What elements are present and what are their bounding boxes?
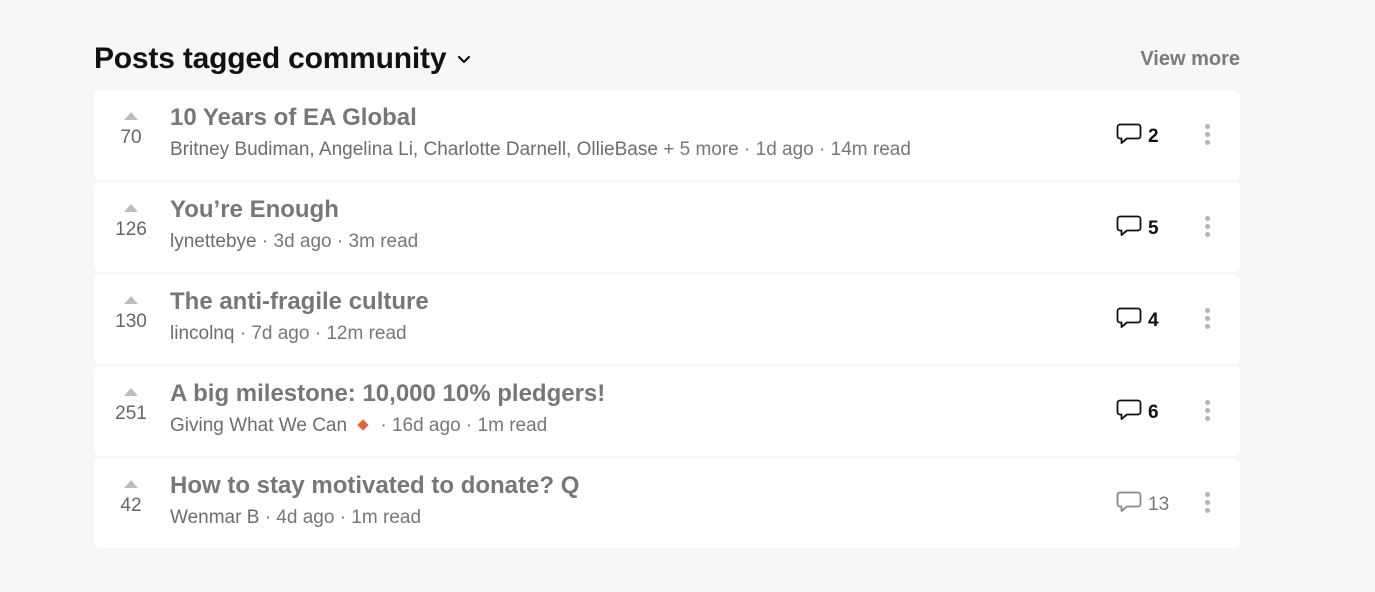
post-title-text: How to stay motivated to donate? — [170, 472, 555, 499]
dot — [1204, 416, 1210, 421]
post-authors[interactable]: Wenmar B — [170, 507, 259, 528]
post-authors[interactable]: lincolnq — [170, 323, 234, 344]
post-score: 42 — [120, 495, 142, 516]
post-authors[interactable]: Britney Budiman, Angelina Li, Charlotte … — [170, 139, 658, 160]
more-authors[interactable]: + 5 more — [663, 139, 739, 160]
post-title[interactable]: The anti-fragile culture — [170, 288, 429, 316]
dot — [1204, 140, 1210, 145]
speech-bubble-icon — [1116, 398, 1142, 427]
comments-button[interactable]: 6 — [1116, 398, 1159, 427]
vote-widget: 70 — [110, 112, 152, 149]
post-item[interactable]: 130 The anti-fragile culture lincolnq · … — [94, 274, 1240, 364]
post-meta: lincolnq · 7d ago · 12m read — [170, 323, 429, 345]
dot — [1204, 316, 1210, 321]
chevron-down-icon[interactable] — [456, 53, 472, 65]
post-title[interactable]: A big milestone: 10,000 10% pledgers! — [170, 380, 605, 408]
dot — [1204, 224, 1210, 229]
dot — [1204, 324, 1210, 329]
question-tag: Q — [560, 472, 580, 499]
post-content: A big milestone: 10,000 10% pledgers! Gi… — [170, 380, 605, 437]
post-authors[interactable]: lynettebye — [170, 231, 257, 252]
post-age: · 4d ago — [264, 507, 335, 528]
dot — [1204, 492, 1210, 497]
post-title[interactable]: 10 Years of EA Global — [170, 104, 911, 132]
post-meta: Wenmar B · 4d ago · 1m read — [170, 507, 579, 529]
speech-bubble-icon — [1116, 122, 1142, 151]
post-score: 126 — [115, 219, 147, 240]
vote-widget: 251 — [110, 388, 152, 425]
dot — [1204, 216, 1210, 221]
post-read-time: · 3m read — [336, 231, 419, 252]
post-authors[interactable]: Giving What We Can — [170, 415, 347, 436]
post-content: 10 Years of EA Global Britney Budiman, A… — [170, 104, 911, 161]
triangle-up-icon[interactable] — [124, 480, 138, 488]
dot — [1204, 408, 1210, 413]
post-age: · 16d ago — [380, 415, 461, 436]
section-header: Posts tagged community View more — [94, 38, 1240, 80]
post-item[interactable]: 70 10 Years of EA Global Britney Budiman… — [94, 90, 1240, 180]
post-item[interactable]: 42 How to stay motivated to donate? Q We… — [94, 458, 1240, 548]
section-title: Posts tagged community — [94, 42, 447, 75]
comments-button[interactable]: 13 — [1116, 490, 1169, 519]
vertical-dots-icon[interactable] — [1198, 308, 1216, 332]
triangle-up-icon[interactable] — [124, 204, 138, 212]
post-read-time: · 1m read — [339, 507, 422, 528]
triangle-up-icon[interactable] — [124, 112, 138, 120]
post-score: 70 — [120, 127, 142, 148]
post-item[interactable]: 126 You’re Enough lynettebye · 3d ago · … — [94, 182, 1240, 272]
post-score: 130 — [115, 311, 147, 332]
diamond-badge-icon — [357, 419, 369, 431]
tagged-posts-section: Posts tagged community View more 70 10 Y… — [94, 38, 1240, 550]
triangle-up-icon[interactable] — [124, 296, 138, 304]
dot — [1204, 508, 1210, 513]
vote-widget: 130 — [110, 296, 152, 333]
vertical-dots-icon[interactable] — [1198, 124, 1216, 148]
speech-bubble-icon — [1116, 306, 1142, 335]
post-content: How to stay motivated to donate? Q Wenma… — [170, 472, 579, 529]
triangle-up-icon[interactable] — [124, 388, 138, 396]
vertical-dots-icon[interactable] — [1198, 492, 1216, 516]
comment-count: 4 — [1148, 309, 1159, 331]
vote-widget: 42 — [110, 480, 152, 517]
dot — [1204, 308, 1210, 313]
post-list: 70 10 Years of EA Global Britney Budiman… — [94, 90, 1240, 548]
post-age: · 7d ago — [239, 323, 310, 344]
dot — [1204, 400, 1210, 405]
view-more-link[interactable]: View more — [1140, 48, 1240, 71]
post-meta: Giving What We Can · 16d ago · 1m read — [170, 415, 605, 437]
post-content: You’re Enough lynettebye · 3d ago · 3m r… — [170, 196, 418, 253]
comment-count: 6 — [1148, 401, 1159, 423]
comment-count: 13 — [1148, 493, 1170, 515]
comments-button[interactable]: 5 — [1116, 214, 1159, 243]
post-age: · 1d ago — [744, 139, 814, 160]
title-group: Posts tagged community — [94, 42, 472, 76]
post-score: 251 — [115, 403, 147, 424]
dot — [1204, 132, 1210, 137]
post-item[interactable]: 251 A big milestone: 10,000 10% pledgers… — [94, 366, 1240, 456]
comment-count: 5 — [1148, 217, 1159, 239]
post-meta: lynettebye · 3d ago · 3m read — [170, 231, 418, 253]
comments-button[interactable]: 2 — [1116, 122, 1159, 151]
speech-bubble-icon — [1116, 214, 1142, 243]
comments-button[interactable]: 4 — [1116, 306, 1159, 335]
speech-bubble-icon — [1116, 490, 1142, 519]
vertical-dots-icon[interactable] — [1198, 400, 1216, 424]
post-read-time: · 1m read — [465, 415, 548, 436]
vertical-dots-icon[interactable] — [1198, 216, 1216, 240]
dot — [1204, 232, 1210, 237]
post-meta: Britney Budiman, Angelina Li, Charlotte … — [170, 139, 911, 161]
post-content: The anti-fragile culture lincolnq · 7d a… — [170, 288, 429, 345]
vote-widget: 126 — [110, 204, 152, 241]
post-age: · 3d ago — [261, 231, 332, 252]
dot — [1204, 500, 1210, 505]
post-title[interactable]: How to stay motivated to donate? Q — [170, 472, 579, 500]
post-title[interactable]: You’re Enough — [170, 196, 418, 224]
comment-count: 2 — [1148, 125, 1159, 147]
dot — [1204, 124, 1210, 129]
post-read-time: · 14m read — [819, 139, 911, 160]
post-read-time: · 12m read — [314, 323, 407, 344]
